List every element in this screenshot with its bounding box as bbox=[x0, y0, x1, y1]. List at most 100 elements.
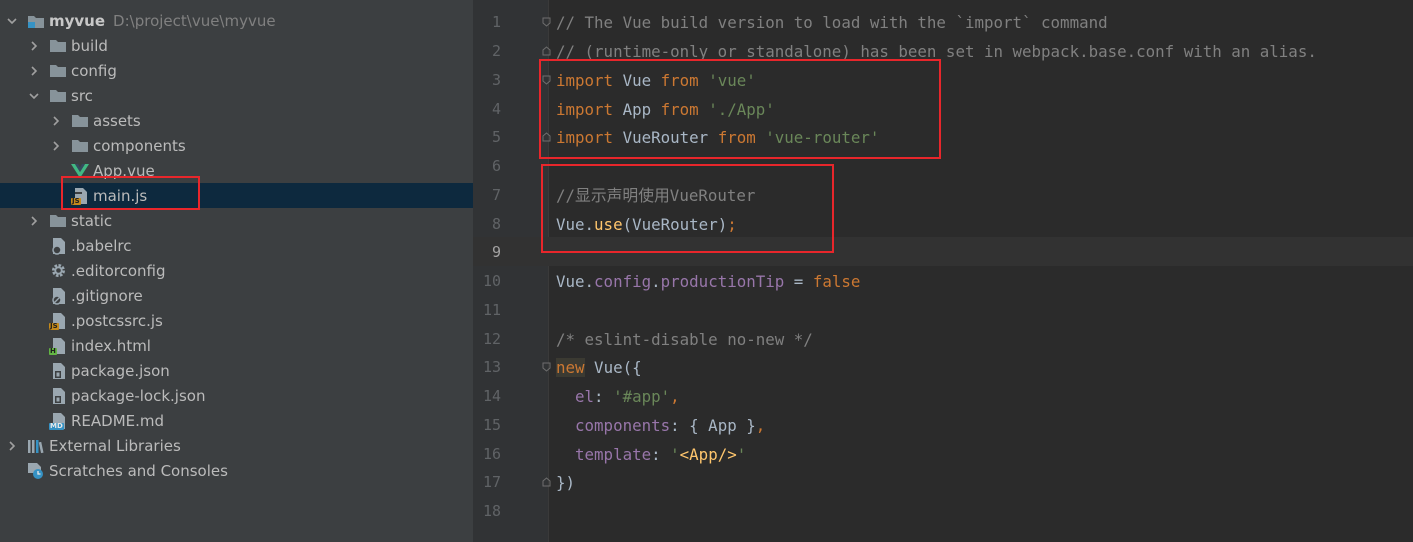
line-number: 18 bbox=[482, 502, 501, 520]
fold-marker-icon[interactable] bbox=[542, 75, 551, 85]
code-line-2[interactable]: // (runtime-only or standalone) has been… bbox=[556, 37, 1317, 66]
code-line-16[interactable]: template: '<App/>' bbox=[556, 440, 746, 469]
punctuation: }) bbox=[556, 473, 576, 492]
tree-item-components[interactable]: components bbox=[0, 133, 473, 158]
tree-item-label: Scratches and Consoles bbox=[49, 461, 228, 480]
chevron-right-icon[interactable] bbox=[28, 215, 40, 227]
code-line-7[interactable]: //显示声明使用VueRouter bbox=[556, 181, 755, 210]
folder-icon bbox=[71, 112, 89, 130]
code-line-10[interactable]: Vue.config.productionTip = false bbox=[556, 267, 860, 296]
code-line-8[interactable]: Vue.use(VueRouter); bbox=[556, 210, 737, 239]
tree-item-build[interactable]: build bbox=[0, 33, 473, 58]
tree-item-external-libraries[interactable]: External Libraries bbox=[0, 433, 473, 458]
property: el bbox=[556, 387, 595, 406]
keyword: false bbox=[812, 272, 861, 291]
chevron-right-icon[interactable] bbox=[6, 440, 18, 452]
tree-item-gitignore[interactable]: .gitignore bbox=[0, 283, 473, 308]
tree-item-package-json[interactable]: package.json bbox=[0, 358, 473, 383]
keyword: import bbox=[556, 128, 614, 147]
js-file-icon: JS bbox=[71, 187, 89, 205]
line-number: 12 bbox=[482, 330, 501, 348]
code-line-5[interactable]: import VueRouter from 'vue-router' bbox=[556, 123, 879, 152]
markdown-file-icon: MD bbox=[49, 412, 67, 430]
identifier: App bbox=[613, 100, 661, 119]
tree-item-config[interactable]: config bbox=[0, 58, 473, 83]
chevron-down-icon[interactable] bbox=[6, 15, 18, 27]
code-line-1[interactable]: // The Vue build version to load with th… bbox=[556, 8, 1108, 37]
chevron-right-icon[interactable] bbox=[50, 140, 62, 152]
tree-item-static[interactable]: static bbox=[0, 208, 473, 233]
chevron-down-icon[interactable] bbox=[28, 90, 40, 102]
keyword: from bbox=[660, 100, 699, 119]
fold-end-icon[interactable] bbox=[542, 132, 551, 142]
line-number: 1 bbox=[491, 13, 501, 31]
fold-end-icon[interactable] bbox=[542, 46, 551, 56]
folder-icon bbox=[49, 62, 67, 80]
code-line-4[interactable]: import App from './App' bbox=[556, 95, 775, 124]
folder-icon bbox=[49, 87, 67, 105]
comment: // The Vue build version to load with th… bbox=[556, 13, 1108, 32]
line-number: 17 bbox=[482, 473, 501, 491]
line-number: 3 bbox=[491, 71, 501, 89]
comment: // (runtime-only or standalone) has been… bbox=[556, 42, 1317, 61]
tree-item-label: .gitignore bbox=[71, 286, 143, 305]
tree-item-babelrc[interactable]: .babelrc bbox=[0, 233, 473, 258]
scratch-icon bbox=[27, 462, 45, 480]
keyword: import bbox=[556, 71, 614, 90]
tree-item-label: External Libraries bbox=[49, 436, 181, 455]
punctuation: : bbox=[651, 445, 671, 464]
code-line-12[interactable]: /* eslint-disable no-new */ bbox=[556, 325, 813, 354]
html-file-icon: H bbox=[49, 337, 67, 355]
code-line-17[interactable]: }) bbox=[556, 468, 575, 497]
tree-item-editorconfig[interactable]: .editorconfig bbox=[0, 258, 473, 283]
tree-item-label: static bbox=[71, 211, 113, 230]
tree-item-postcssrc[interactable]: JS .postcssrc.js bbox=[0, 308, 473, 333]
project-tree-panel: myvue D:\project\vue\myvue build config … bbox=[0, 0, 473, 542]
line-number: 5 bbox=[491, 128, 501, 146]
code-line-3[interactable]: import Vue from 'vue' bbox=[556, 66, 756, 95]
tree-item-scratches[interactable]: Scratches and Consoles bbox=[0, 458, 473, 483]
js-file-icon: JS bbox=[49, 312, 67, 330]
code-line-15[interactable]: components: { App }, bbox=[556, 411, 765, 440]
chevron-right-icon[interactable] bbox=[50, 115, 62, 127]
line-number: 10 bbox=[482, 272, 501, 290]
tree-item-label: build bbox=[71, 36, 108, 55]
tree-item-label: README.md bbox=[71, 411, 165, 430]
tree-item-index-html[interactable]: H index.html bbox=[0, 333, 473, 358]
gear-icon bbox=[49, 262, 67, 280]
tree-item-main-js[interactable]: JS main.js bbox=[0, 183, 473, 208]
tree-item-app-vue[interactable]: App.vue bbox=[0, 158, 473, 183]
code-line-13[interactable]: new Vue({ bbox=[556, 353, 642, 382]
fold-end-icon[interactable] bbox=[542, 477, 551, 487]
identifier: : { App } bbox=[670, 416, 756, 435]
json-file-icon bbox=[49, 362, 67, 380]
line-number: 7 bbox=[491, 186, 501, 204]
tree-item-label: .editorconfig bbox=[71, 261, 166, 280]
string: '#app' bbox=[613, 387, 671, 406]
line-number: 2 bbox=[491, 42, 501, 60]
tree-item-label: package.json bbox=[71, 361, 170, 380]
keyword: from bbox=[717, 128, 756, 147]
tree-item-readme[interactable]: MD README.md bbox=[0, 408, 473, 433]
line-number: 15 bbox=[482, 416, 501, 434]
identifier: Vue. bbox=[556, 215, 595, 234]
folder-icon bbox=[49, 37, 67, 55]
tree-item-assets[interactable]: assets bbox=[0, 108, 473, 133]
tree-item-project-root[interactable]: myvue D:\project\vue\myvue bbox=[0, 8, 473, 33]
keyword: from bbox=[660, 71, 699, 90]
line-number: 11 bbox=[482, 301, 501, 319]
tree-item-label: .postcssrc.js bbox=[71, 311, 163, 330]
library-icon bbox=[27, 437, 45, 455]
chevron-right-icon[interactable] bbox=[28, 65, 40, 77]
folder-icon bbox=[49, 212, 67, 230]
tree-item-package-lock-json[interactable]: package-lock.json bbox=[0, 383, 473, 408]
chevron-right-icon[interactable] bbox=[28, 40, 40, 52]
fold-marker-icon[interactable] bbox=[542, 362, 551, 372]
code-line-14[interactable]: el: '#app', bbox=[556, 382, 680, 411]
string: ' bbox=[670, 445, 680, 464]
tree-item-label: index.html bbox=[71, 336, 151, 355]
tree-item-src[interactable]: src bbox=[0, 83, 473, 108]
vue-icon bbox=[71, 162, 89, 180]
line-number: 16 bbox=[482, 445, 501, 463]
fold-marker-icon[interactable] bbox=[542, 17, 551, 27]
